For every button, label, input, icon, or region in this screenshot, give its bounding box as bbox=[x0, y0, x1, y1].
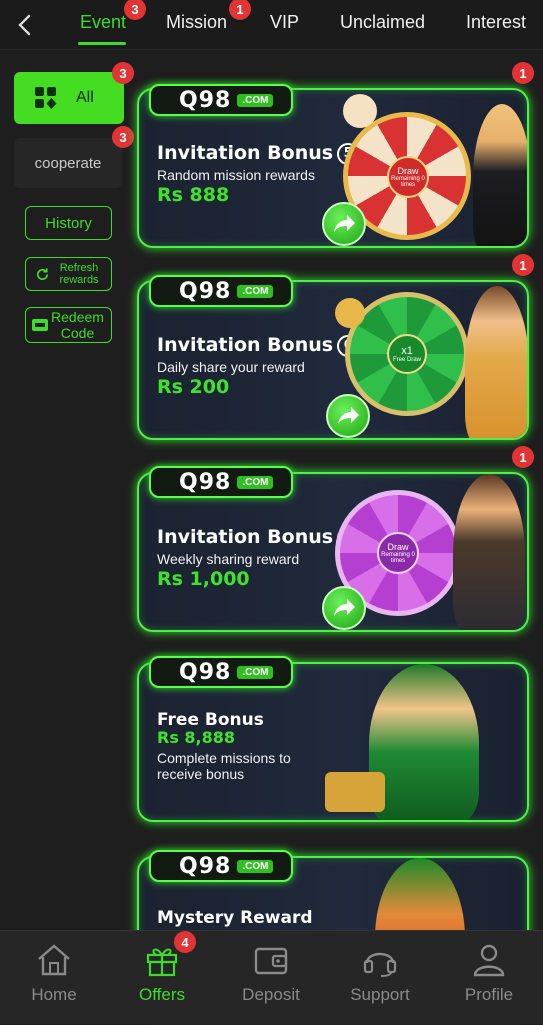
nav-deposit[interactable]: Deposit bbox=[217, 931, 325, 1025]
history-button[interactable]: History bbox=[25, 206, 112, 240]
category-all[interactable]: All bbox=[14, 72, 124, 124]
wheel-sub-label: Remaining 0 times bbox=[381, 552, 415, 564]
tab-unclaimed[interactable]: Unclaimed bbox=[340, 12, 425, 33]
brand-logo-suffix: .COM bbox=[237, 859, 274, 873]
character-leprechaun-woman bbox=[369, 664, 479, 820]
wallet-icon bbox=[254, 947, 288, 975]
brand-logo-plate: Q98 .COM bbox=[149, 656, 293, 688]
wheel-label: x1 bbox=[401, 345, 413, 357]
refresh-rewards-label: Refresh rewards bbox=[59, 262, 99, 286]
tab-vip[interactable]: VIP bbox=[270, 12, 299, 33]
tab-interest[interactable]: Interest bbox=[466, 12, 526, 33]
brand-logo: Q98 bbox=[179, 87, 232, 113]
bottom-navigation: Home Offers 4 Deposit Support Profile bbox=[0, 930, 543, 1024]
wheel-label: Draw bbox=[387, 542, 409, 552]
home-icon bbox=[38, 944, 70, 976]
nav-offers-badge: 4 bbox=[174, 931, 196, 953]
category-cooperate-label: cooperate bbox=[34, 154, 102, 172]
brand-logo-plate: Q98 .COM bbox=[149, 466, 293, 498]
active-tab-indicator bbox=[78, 42, 126, 45]
card-title-text: Invitation Bonus bbox=[157, 526, 334, 548]
wheel-sub-label: Remaining 0 times bbox=[391, 176, 425, 188]
headset-icon bbox=[363, 952, 397, 977]
nav-profile-label: Profile bbox=[464, 985, 514, 1004]
top-tab-bar: Event 3 Mission 1 VIP Unclaimed Interest bbox=[0, 0, 543, 50]
brand-logo-suffix: .COM bbox=[237, 284, 274, 298]
nav-support[interactable]: Support bbox=[326, 931, 434, 1025]
card-subtitle: Weekly sharing reward bbox=[157, 551, 300, 567]
card-amount: Rs 888 bbox=[157, 184, 230, 206]
wheel-sub-label: Free Draw bbox=[392, 357, 421, 363]
brand-logo-suffix: .COM bbox=[237, 93, 274, 107]
card-amount: Rs 1,000 bbox=[157, 568, 250, 590]
card-title-text: Invitation Bonus bbox=[157, 142, 334, 164]
character-cowboy bbox=[453, 474, 525, 630]
brand-logo: Q98 bbox=[179, 853, 232, 879]
share-arrow-button[interactable] bbox=[326, 394, 370, 438]
coupon-icon bbox=[31, 319, 48, 331]
brand-logo-plate: Q98 .COM bbox=[149, 850, 293, 882]
card-title: Invitation Bonus6 bbox=[157, 334, 360, 357]
person-icon bbox=[473, 944, 505, 977]
card-title: Mystery Reward bbox=[157, 908, 313, 928]
wheel-draw-center: Draw Remaining 0 times bbox=[377, 532, 419, 574]
refresh-icon bbox=[37, 267, 49, 280]
brand-logo: Q98 bbox=[179, 659, 232, 685]
card-title: Invitation Bonus7 bbox=[157, 526, 360, 549]
nav-home-label: Home bbox=[31, 985, 77, 1004]
character-rooster bbox=[343, 94, 377, 128]
tab-event[interactable]: Event bbox=[80, 12, 126, 33]
share-arrow-icon bbox=[334, 215, 355, 232]
gold-coins-pile bbox=[325, 772, 385, 812]
cards-icon bbox=[35, 87, 57, 109]
category-all-badge: 3 bbox=[112, 62, 134, 84]
brand-logo-suffix: .COM bbox=[237, 665, 274, 679]
card-title-text: Invitation Bonus bbox=[157, 334, 334, 356]
category-cooperate[interactable]: cooperate bbox=[14, 138, 122, 188]
wheel-label: Draw bbox=[397, 166, 419, 176]
nav-offers[interactable]: Offers bbox=[108, 931, 216, 1025]
wheel-draw-center: x1 Free Draw bbox=[387, 334, 427, 374]
category-cooperate-badge: 3 bbox=[112, 126, 134, 148]
share-arrow-icon bbox=[338, 407, 359, 424]
card-subtitle: Random mission rewards bbox=[157, 167, 315, 183]
card-amount: Rs 200 bbox=[157, 376, 230, 398]
card-subtitle: Daily share your reward bbox=[157, 359, 305, 375]
redeem-code-label: Redeem Code bbox=[51, 309, 104, 341]
history-label: History bbox=[45, 214, 92, 232]
nav-offers-label: Offers bbox=[139, 985, 185, 1004]
gold-coin-decoration bbox=[335, 298, 365, 328]
card-title: Invitation Bonus5 bbox=[157, 142, 360, 165]
category-all-label: All bbox=[76, 89, 94, 106]
back-button[interactable] bbox=[10, 10, 40, 40]
card-badge: 1 bbox=[512, 254, 534, 276]
brand-logo: Q98 bbox=[179, 469, 232, 495]
tab-mission-badge: 1 bbox=[229, 0, 251, 20]
tab-mission[interactable]: Mission bbox=[166, 12, 227, 33]
card-amount: Rs 8,888 bbox=[157, 728, 236, 747]
nav-profile[interactable]: Profile bbox=[435, 931, 543, 1025]
character-princess bbox=[465, 286, 527, 438]
refresh-rewards-button[interactable]: Refresh rewards bbox=[25, 257, 112, 291]
card-badge: 1 bbox=[512, 62, 534, 84]
share-arrow-button[interactable] bbox=[322, 202, 366, 246]
card-subtitle: Complete missions to receive bonus bbox=[157, 750, 291, 782]
card-title: Free Bonus bbox=[157, 710, 264, 730]
card-badge: 1 bbox=[512, 446, 534, 468]
chevron-left-icon bbox=[18, 14, 31, 36]
nav-support-label: Support bbox=[350, 985, 410, 1004]
character-bunny-girl bbox=[473, 104, 527, 246]
tab-event-badge: 3 bbox=[124, 0, 146, 20]
brand-logo-plate: Q98 .COM bbox=[149, 275, 293, 307]
brand-logo-plate: Q98 .COM bbox=[149, 84, 293, 116]
nav-home[interactable]: Home bbox=[0, 931, 108, 1025]
share-arrow-button[interactable] bbox=[322, 586, 366, 630]
nav-deposit-label: Deposit bbox=[242, 985, 300, 1004]
gift-icon bbox=[146, 948, 178, 977]
brand-logo-suffix: .COM bbox=[237, 475, 274, 489]
redeem-code-button[interactable]: Redeem Code bbox=[25, 307, 112, 343]
share-arrow-icon bbox=[334, 599, 355, 616]
brand-logo: Q98 bbox=[179, 278, 232, 304]
wheel-draw-center: Draw Remaining 0 times bbox=[387, 156, 429, 198]
